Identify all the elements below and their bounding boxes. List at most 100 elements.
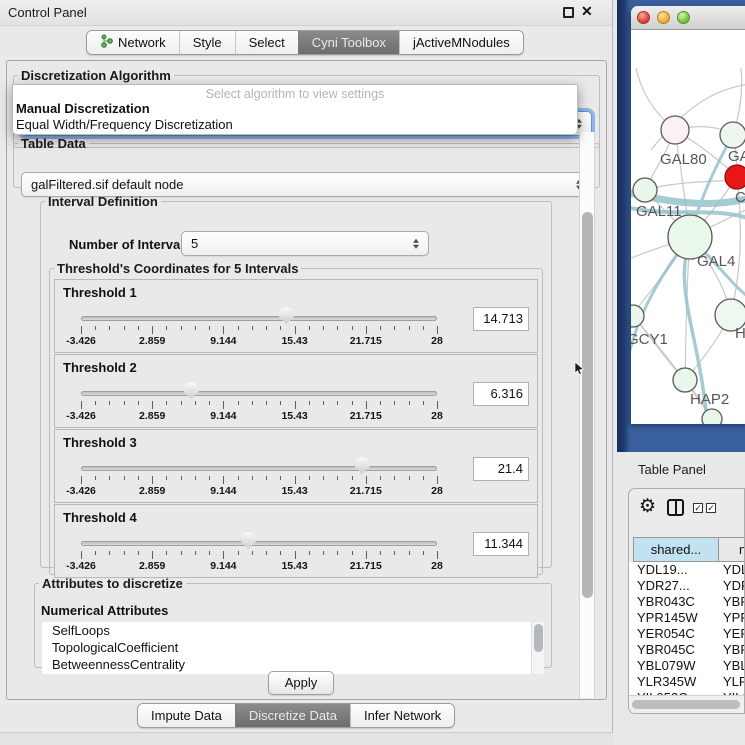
tick-label: 21.715 xyxy=(350,335,382,347)
node-label: H xyxy=(735,325,745,342)
tab-network[interactable]: Network xyxy=(87,31,179,54)
slider-thumb[interactable] xyxy=(279,307,294,324)
network-node-gal80[interactable] xyxy=(661,116,689,144)
top-tab-bar: Network Style SelectCyni Toolbox jActiveMNo… xyxy=(86,30,524,55)
cell-name: YER0 xyxy=(723,626,745,641)
panel-title: Control Panel xyxy=(8,5,87,20)
node-label: GAL4 xyxy=(697,253,735,270)
tick-label: 9.144 xyxy=(210,335,236,347)
table-row[interactable]: YER054C YER0 xyxy=(629,626,745,642)
list-scrollbar[interactable] xyxy=(531,622,544,674)
number-of-intervals-value: 5 xyxy=(191,236,198,251)
table-header-row: shared... na xyxy=(629,537,745,562)
slider-tick-labels: -3.4262.8599.14415.4321.71528 xyxy=(81,410,437,423)
cell-shared-name: YER054C xyxy=(637,626,695,641)
cell-shared-name: YDL19... xyxy=(637,562,688,577)
bottom-tab-discretize-data[interactable]: Discretize Data xyxy=(235,704,350,727)
column-header-name[interactable]: na xyxy=(718,537,745,562)
apply-button[interactable]: Apply xyxy=(268,671,334,695)
tick-label: 28 xyxy=(431,485,443,497)
zoom-light-icon[interactable] xyxy=(677,11,690,24)
numerical-attributes-list[interactable]: SelfLoopsTopologicalCoefficientBetweenne… xyxy=(42,622,544,674)
cell-shared-name: YPR145W xyxy=(637,610,698,625)
float-panel-icon[interactable] xyxy=(563,7,574,18)
tab-select[interactable]: Select xyxy=(235,31,298,54)
tick-label: 9.144 xyxy=(210,560,236,572)
tick-label: 2.859 xyxy=(139,335,165,347)
slider-thumb[interactable] xyxy=(355,457,370,474)
minimize-light-icon[interactable] xyxy=(657,11,670,24)
settings-scrollbar-thumb[interactable] xyxy=(582,212,593,598)
tick-label: 9.144 xyxy=(210,410,236,422)
column-header-shared[interactable]: shared... xyxy=(633,537,719,562)
threshold-value-field[interactable]: 6.316 xyxy=(473,382,529,406)
tick-label: 2.859 xyxy=(139,560,165,572)
bottom-tab-label: Impute Data xyxy=(151,708,222,723)
close-icon[interactable]: ✕ xyxy=(581,3,593,20)
threshold-value-field[interactable]: 11.344 xyxy=(473,532,529,556)
threshold-label: Threshold 2 xyxy=(63,360,137,375)
cell-shared-name: YLR345W xyxy=(637,674,696,689)
tab-label: jActiveMNodules xyxy=(413,35,510,50)
table-row[interactable]: YDL19...YDL1 xyxy=(629,562,745,578)
tab-cyni-toolbox[interactable]: Cyni Toolbox xyxy=(298,31,399,54)
threshold-label: Threshold 3 xyxy=(63,435,137,450)
tab-label: Style xyxy=(193,35,222,50)
slider-track[interactable] xyxy=(81,391,437,396)
network-node-gcy1[interactable] xyxy=(631,305,644,327)
attribute-item-topologicalcoefficient[interactable]: TopologicalCoefficient xyxy=(42,639,544,656)
settings-scrollbar[interactable] xyxy=(579,132,595,698)
dropdown-option-manual-discretization[interactable]: Manual Discretization xyxy=(13,101,577,117)
thresholds-container: Threshold 1 -3.4262.8599.14415.4321.71528… xyxy=(50,279,542,578)
slider-ticks xyxy=(81,551,437,560)
bottom-tab-infer-network[interactable]: Infer Network xyxy=(350,704,454,727)
gear-icon[interactable]: ⚙ xyxy=(639,495,656,518)
network-node-ga[interactable] xyxy=(720,122,745,148)
network-node[interactable] xyxy=(702,409,722,424)
slider-tick-labels: -3.4262.8599.14415.4321.71528 xyxy=(81,485,437,498)
attribute-item-selfloops[interactable]: SelfLoops xyxy=(42,622,544,639)
close-light-icon[interactable] xyxy=(637,11,650,24)
table-hscrollbar-thumb[interactable] xyxy=(632,700,740,709)
table-panel: ⚙ ✓ ✓ shared... na YDL19...YDL1YDR27...Y… xyxy=(628,488,745,714)
slider-ticks xyxy=(81,401,437,410)
slider-tick-labels: -3.4262.8599.14415.4321.71528 xyxy=(81,560,437,573)
slider-track[interactable] xyxy=(81,541,437,546)
cell-name: YBR0 xyxy=(723,642,745,657)
table-row[interactable]: YBR043CYBR0 xyxy=(629,594,745,610)
network-node-gal11[interactable] xyxy=(633,178,657,202)
right-region: GAL80GACGAL11GAL4GCY1HHAP2 Table Panel ⚙… xyxy=(613,0,745,745)
dropdown-prompt: Select algorithm to view settings xyxy=(13,85,577,101)
network-canvas[interactable]: GAL80GACGAL11GAL4GCY1HHAP2 xyxy=(631,30,745,424)
number-of-intervals-combobox[interactable]: 5 xyxy=(181,231,429,256)
checkbox-icon[interactable]: ✓ xyxy=(706,503,716,513)
tab-style[interactable]: Style xyxy=(179,31,235,54)
network-node-c[interactable] xyxy=(725,165,745,189)
table-row[interactable]: YLR345WYLR3 xyxy=(629,674,745,690)
slider-track[interactable] xyxy=(81,316,437,321)
table-hscrollbar[interactable] xyxy=(629,695,745,713)
network-view-window[interactable]: GAL80GACGAL11GAL4GCY1HHAP2 xyxy=(631,6,745,424)
columns-icon[interactable] xyxy=(667,499,684,516)
cell-shared-name: YDR27... xyxy=(637,578,690,593)
tab-jactivemnodules[interactable]: jActiveMNodules xyxy=(399,31,523,54)
checkbox-icon[interactable]: ✓ xyxy=(693,503,703,513)
table-row[interactable]: YBL079WYBL0 xyxy=(629,658,745,674)
threshold-value-field[interactable]: 14.713 xyxy=(473,307,529,331)
slider-tick-labels: -3.4262.8599.14415.4321.71528 xyxy=(81,335,437,348)
cell-shared-name: YBL079W xyxy=(637,658,696,673)
table-row[interactable]: YDR27...YDR2 xyxy=(629,578,745,594)
table-row[interactable]: YPR145WYPR1 xyxy=(629,610,745,626)
slider-thumb[interactable] xyxy=(184,382,199,399)
dropdown-option-equal-width-frequency-discretization[interactable]: Equal Width/Frequency Discretization xyxy=(13,117,577,133)
list-scrollbar-thumb[interactable] xyxy=(534,624,543,652)
threshold-value-field[interactable]: 21.4 xyxy=(473,457,529,481)
control-panel: Control Panel ✕ Network Style SelectCyni T… xyxy=(0,0,613,745)
bottom-tab-impute-data[interactable]: Impute Data xyxy=(138,704,235,727)
interval-definition-legend: Interval Definition xyxy=(45,194,161,209)
table-row[interactable]: YBR045CYBR0 xyxy=(629,642,745,658)
network-node-hap2[interactable] xyxy=(673,368,697,392)
slider-thumb[interactable] xyxy=(241,532,256,549)
slider-track[interactable] xyxy=(81,466,437,471)
threshold-label: Threshold 1 xyxy=(63,285,137,300)
